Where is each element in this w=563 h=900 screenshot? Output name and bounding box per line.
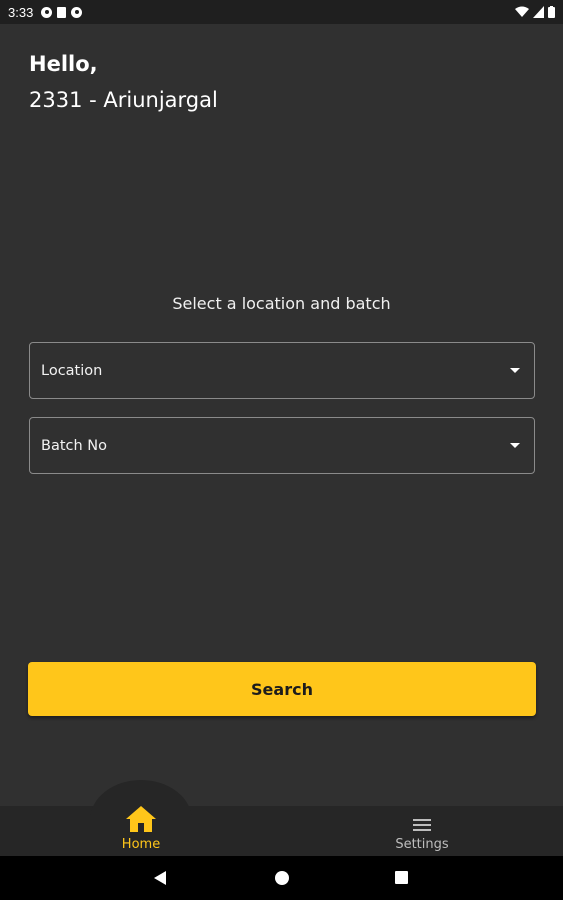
selection-prompt: Select a location and batch — [172, 294, 391, 313]
nav-label-settings: Settings — [395, 837, 449, 852]
bottom-navigation: Home Settings — [0, 780, 563, 856]
location-dropdown[interactable]: Location — [29, 342, 535, 399]
status-right — [515, 6, 555, 18]
greeting: Hello, — [29, 52, 98, 76]
home-circle-icon[interactable] — [275, 871, 289, 885]
app-screen: Hello, 2331 - Ariunjargal Select a locat… — [0, 24, 563, 806]
search-button[interactable]: Search — [28, 662, 536, 716]
chevron-down-icon — [510, 368, 520, 373]
sd-card-icon — [57, 6, 67, 18]
menu-icon — [413, 819, 431, 831]
notification-icon — [71, 6, 83, 18]
location-label: Location — [41, 362, 103, 379]
chevron-down-icon — [510, 443, 520, 448]
system-navigation-bar — [0, 856, 563, 900]
signal-icon — [533, 6, 544, 18]
status-bar: 3:33 — [0, 0, 563, 24]
nav-label-home: Home — [121, 837, 161, 852]
nav-item-home[interactable]: Home — [86, 802, 196, 854]
status-time: 3:33 — [8, 4, 34, 20]
battery-icon — [548, 6, 555, 18]
batch-label: Batch No — [41, 437, 108, 454]
wifi-icon — [515, 6, 529, 17]
back-icon[interactable] — [154, 871, 166, 885]
status-left: 3:33 — [8, 4, 83, 20]
user-name: 2331 - Ariunjargal — [29, 88, 218, 112]
nav-item-settings[interactable]: Settings — [367, 802, 477, 854]
recent-apps-icon[interactable] — [395, 871, 408, 884]
notification-icon — [41, 6, 53, 18]
home-icon — [126, 806, 156, 832]
batch-dropdown[interactable]: Batch No — [29, 417, 535, 474]
